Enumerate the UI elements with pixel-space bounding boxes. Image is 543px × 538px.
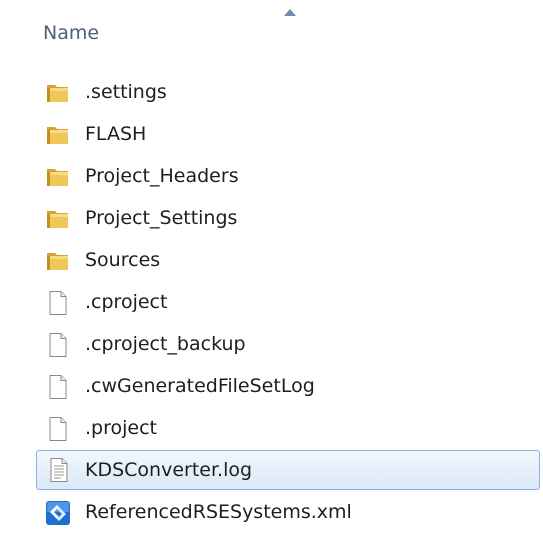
list-item[interactable]: Project_Headers [0, 155, 543, 197]
folder-icon [45, 206, 71, 232]
item-label: Sources [85, 249, 161, 271]
column-header-label: Name [43, 22, 100, 44]
item-label: .project [85, 417, 157, 439]
file-list: .settings FLASH Project_Headers Project_… [0, 71, 543, 533]
item-label: .settings [85, 81, 167, 103]
file-list-pane: Name .settings FLASH Project_Headers Pro… [0, 0, 543, 538]
list-item[interactable]: FLASH [0, 113, 543, 155]
list-item[interactable]: .cwGeneratedFileSetLog [0, 365, 543, 407]
list-item[interactable]: .cproject_backup [0, 323, 543, 365]
item-label: .cproject [85, 291, 168, 313]
blank-file-icon [45, 290, 71, 316]
blank-file-icon [45, 374, 71, 400]
folder-icon [45, 122, 71, 148]
item-label: ReferencedRSESystems.xml [85, 501, 352, 523]
item-label: .cproject_backup [85, 333, 246, 355]
text-file-icon [46, 457, 72, 483]
folder-icon [45, 164, 71, 190]
list-item-selected[interactable]: KDSConverter.log [36, 450, 540, 490]
blank-file-icon [45, 332, 71, 358]
folder-icon [45, 80, 71, 106]
list-item[interactable]: .cproject [0, 281, 543, 323]
item-label: .cwGeneratedFileSetLog [85, 375, 315, 397]
xml-file-icon [45, 500, 71, 526]
list-item[interactable]: .settings [0, 71, 543, 113]
item-label: KDSConverter.log [85, 459, 253, 481]
list-item[interactable]: Project_Settings [0, 197, 543, 239]
blank-file-icon [45, 416, 71, 442]
list-item[interactable]: .project [0, 407, 543, 449]
list-item[interactable]: ReferencedRSESystems.xml [0, 491, 543, 533]
item-label: FLASH [85, 123, 147, 145]
list-item[interactable]: Sources [0, 239, 543, 281]
item-label: Project_Settings [85, 207, 238, 229]
column-header-name[interactable]: Name [0, 0, 543, 60]
item-label: Project_Headers [85, 165, 239, 187]
folder-icon [45, 248, 71, 274]
sort-ascending-icon [284, 9, 296, 16]
